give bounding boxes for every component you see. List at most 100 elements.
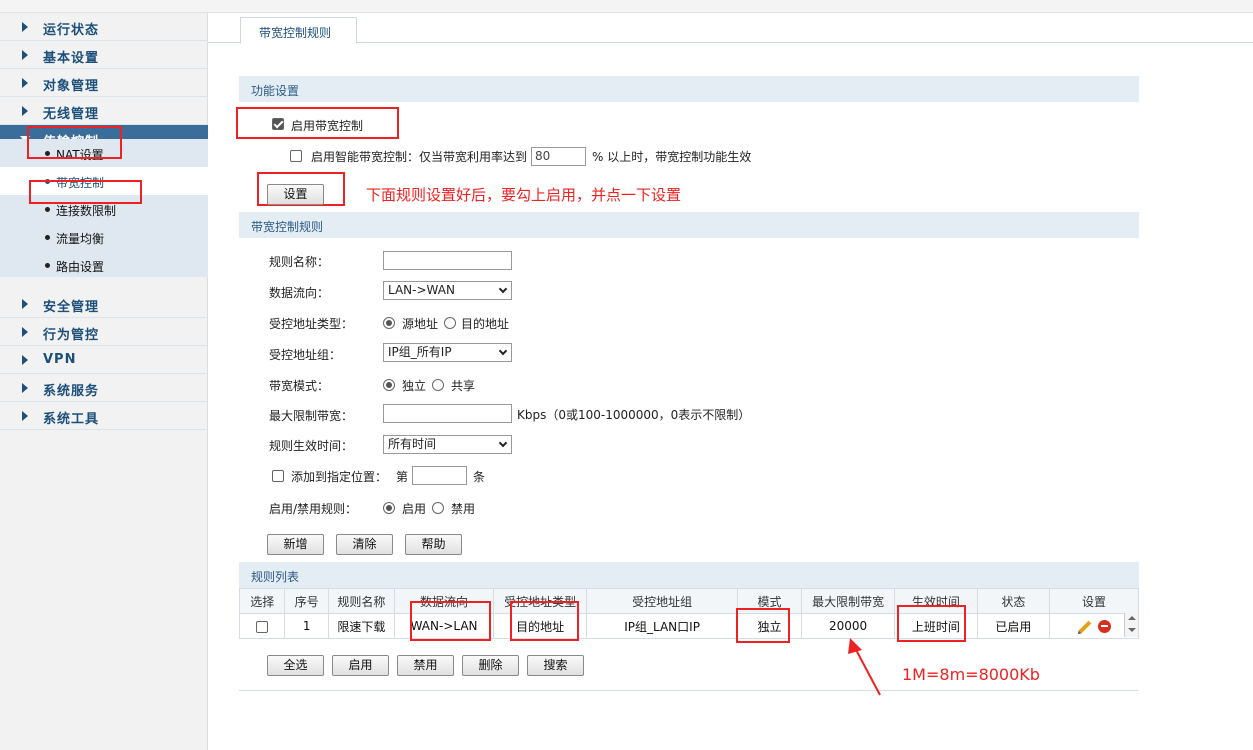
- sidebar-item-label: 安全管理: [43, 300, 100, 315]
- direction-select[interactable]: LAN->WAN: [383, 281, 512, 300]
- enable-rule-label: 启用/禁用规则：: [269, 502, 358, 516]
- addr-type-dst-radio[interactable]: [444, 317, 456, 329]
- disable-button[interactable]: 禁用: [397, 655, 454, 676]
- help-button[interactable]: 帮助: [405, 534, 462, 555]
- rule-name-label: 规则名称：: [269, 255, 330, 269]
- mode-exclusive-label: 独立: [402, 379, 427, 393]
- highlight-box: [29, 180, 142, 204]
- time-label: 规则生效时间：: [269, 439, 354, 453]
- direction-value: LAN->WAN: [388, 283, 455, 297]
- annotation-arrow-icon: [848, 638, 881, 696]
- sidebar-subitem-balance[interactable]: 流量均衡: [0, 223, 208, 251]
- mode-label: 带宽模式：: [269, 379, 330, 393]
- sidebar-item-security[interactable]: 安全管理: [0, 290, 208, 318]
- smart-bandwidth-checkbox[interactable]: [290, 150, 302, 162]
- rule-table: 选择 序号 规则名称 数据流向 受控地址类型 受控地址组 模式 最大限制带宽 生…: [238, 588, 1139, 639]
- clear-button[interactable]: 清除: [336, 534, 393, 555]
- max-bandwidth-label: 最大限制带宽：: [269, 409, 354, 423]
- delete-icon[interactable]: [1097, 620, 1111, 633]
- chevron-down-icon: [498, 438, 508, 448]
- position-label: 添加到指定位置：: [291, 470, 388, 484]
- highlight-box: [736, 608, 790, 643]
- triangle-right-icon: [22, 78, 28, 88]
- enable-rule-off-radio[interactable]: [432, 502, 444, 514]
- mode-shared-radio[interactable]: [432, 379, 444, 391]
- enable-button[interactable]: 启用: [332, 655, 389, 676]
- enable-rule-on-radio[interactable]: [383, 502, 395, 514]
- select-all-button[interactable]: 全选: [267, 655, 324, 676]
- table-header-row: 选择 序号 规则名称 数据流向 受控地址类型 受控地址组 模式 最大限制带宽 生…: [238, 588, 1139, 614]
- submenu: NAT设置 带宽控制 连接数限制 流量均衡 路由设置: [0, 139, 208, 277]
- triangle-right-icon: [22, 411, 28, 421]
- tab-bandwidth-rules[interactable]: 带宽控制规则: [240, 17, 357, 44]
- annotation-text: 下面规则设置好后，要勾上启用，并点一下设置: [366, 186, 682, 204]
- section-rules-form: 带宽控制规则: [239, 212, 1139, 238]
- sidebar-item-basic[interactable]: 基本设置: [0, 41, 208, 69]
- table-header: 选择: [238, 588, 286, 614]
- bullet-icon: [45, 235, 50, 240]
- mode-exclusive-radio[interactable]: [383, 379, 395, 391]
- search-button[interactable]: 搜索: [527, 655, 584, 676]
- position-checkbox[interactable]: [272, 470, 284, 482]
- highlight-box: [410, 601, 491, 641]
- row-index: 1: [284, 613, 329, 639]
- sidebar-item-vpn[interactable]: VPN: [0, 346, 208, 374]
- sidebar-item-label: 系统工具: [43, 412, 100, 427]
- section-title: 规则列表: [251, 570, 300, 584]
- chevron-down-icon: [498, 284, 508, 294]
- delete-button[interactable]: 删除: [462, 655, 519, 676]
- mode-shared-label: 共享: [451, 379, 476, 393]
- max-bandwidth-input[interactable]: [383, 404, 512, 423]
- addr-group-select[interactable]: IP组_所有IP: [383, 343, 512, 362]
- section-title: 带宽控制规则: [251, 220, 324, 234]
- addr-type-label: 受控地址类型：: [269, 317, 354, 331]
- sidebar-subitem-routing[interactable]: 路由设置: [0, 251, 208, 279]
- sidebar-item-label: 基本设置: [43, 51, 100, 66]
- direction-label: 数据流向：: [269, 286, 330, 300]
- pencil-icon[interactable]: [1078, 620, 1091, 633]
- sidebar-subitem-label: 连接数限制: [56, 204, 117, 218]
- sidebar-item-tools[interactable]: 系统工具: [0, 402, 208, 430]
- time-select[interactable]: 所有时间: [383, 435, 512, 454]
- triangle-right-icon: [22, 299, 28, 309]
- row-name: 限速下载: [327, 613, 395, 639]
- triangle-right-icon: [22, 50, 28, 60]
- highlight-box: [897, 605, 966, 642]
- row-group: IP组_LAN口IP: [586, 613, 739, 639]
- row-select-checkbox[interactable]: [256, 620, 269, 633]
- table-header: 受控地址组: [586, 588, 739, 614]
- smart-threshold-input[interactable]: 80: [531, 147, 586, 166]
- top-strip: [0, 0, 1253, 13]
- arrow-up-icon: [1128, 616, 1136, 620]
- section-rule-list: 规则列表: [239, 562, 1139, 588]
- triangle-right-icon: [22, 22, 28, 32]
- addr-type-src-label: 源地址: [402, 317, 439, 331]
- sidebar-item-status[interactable]: 运行状态: [0, 13, 208, 41]
- enable-bandwidth-label: 启用带宽控制: [291, 119, 364, 133]
- add-button[interactable]: 新增: [267, 534, 324, 555]
- set-button[interactable]: 设置: [267, 184, 324, 205]
- sidebar-item-behavior[interactable]: 行为管控: [0, 318, 208, 346]
- sidebar-item-services[interactable]: 系统服务: [0, 374, 208, 402]
- position-suffix: 条: [473, 470, 486, 484]
- rule-name-input[interactable]: [383, 251, 512, 270]
- row-select-cell: [238, 613, 286, 639]
- time-value: 所有时间: [388, 437, 437, 451]
- addr-type-dst-label: 目的地址: [461, 317, 510, 331]
- sidebar-item-objects[interactable]: 对象管理: [0, 69, 208, 97]
- triangle-right-icon: [22, 106, 28, 116]
- position-prefix: 第: [396, 470, 409, 484]
- position-input[interactable]: [412, 466, 467, 485]
- smart-bandwidth-label: 启用智能带宽控制：仅当带宽利用率达到: [311, 150, 528, 164]
- sidebar: 运行状态 基本设置 对象管理 无线管理 传输控制 NAT设置 带宽控制 连接数限…: [0, 13, 208, 750]
- bullet-icon: [45, 263, 50, 268]
- row-status: 已启用: [976, 613, 1051, 639]
- addr-type-src-radio[interactable]: [383, 317, 395, 329]
- table-scrollbar[interactable]: [1124, 613, 1138, 637]
- enable-rule-on-label: 启用: [402, 502, 427, 516]
- divider: [239, 690, 1139, 691]
- table-row[interactable]: 1 限速下载 WAN->LAN 目的地址 IP组_LAN口IP 独立 20000…: [238, 613, 1139, 639]
- enable-bandwidth-checkbox[interactable]: [272, 118, 284, 130]
- section-function: 功能设置: [239, 76, 1139, 102]
- sidebar-item-wireless[interactable]: 无线管理: [0, 97, 208, 125]
